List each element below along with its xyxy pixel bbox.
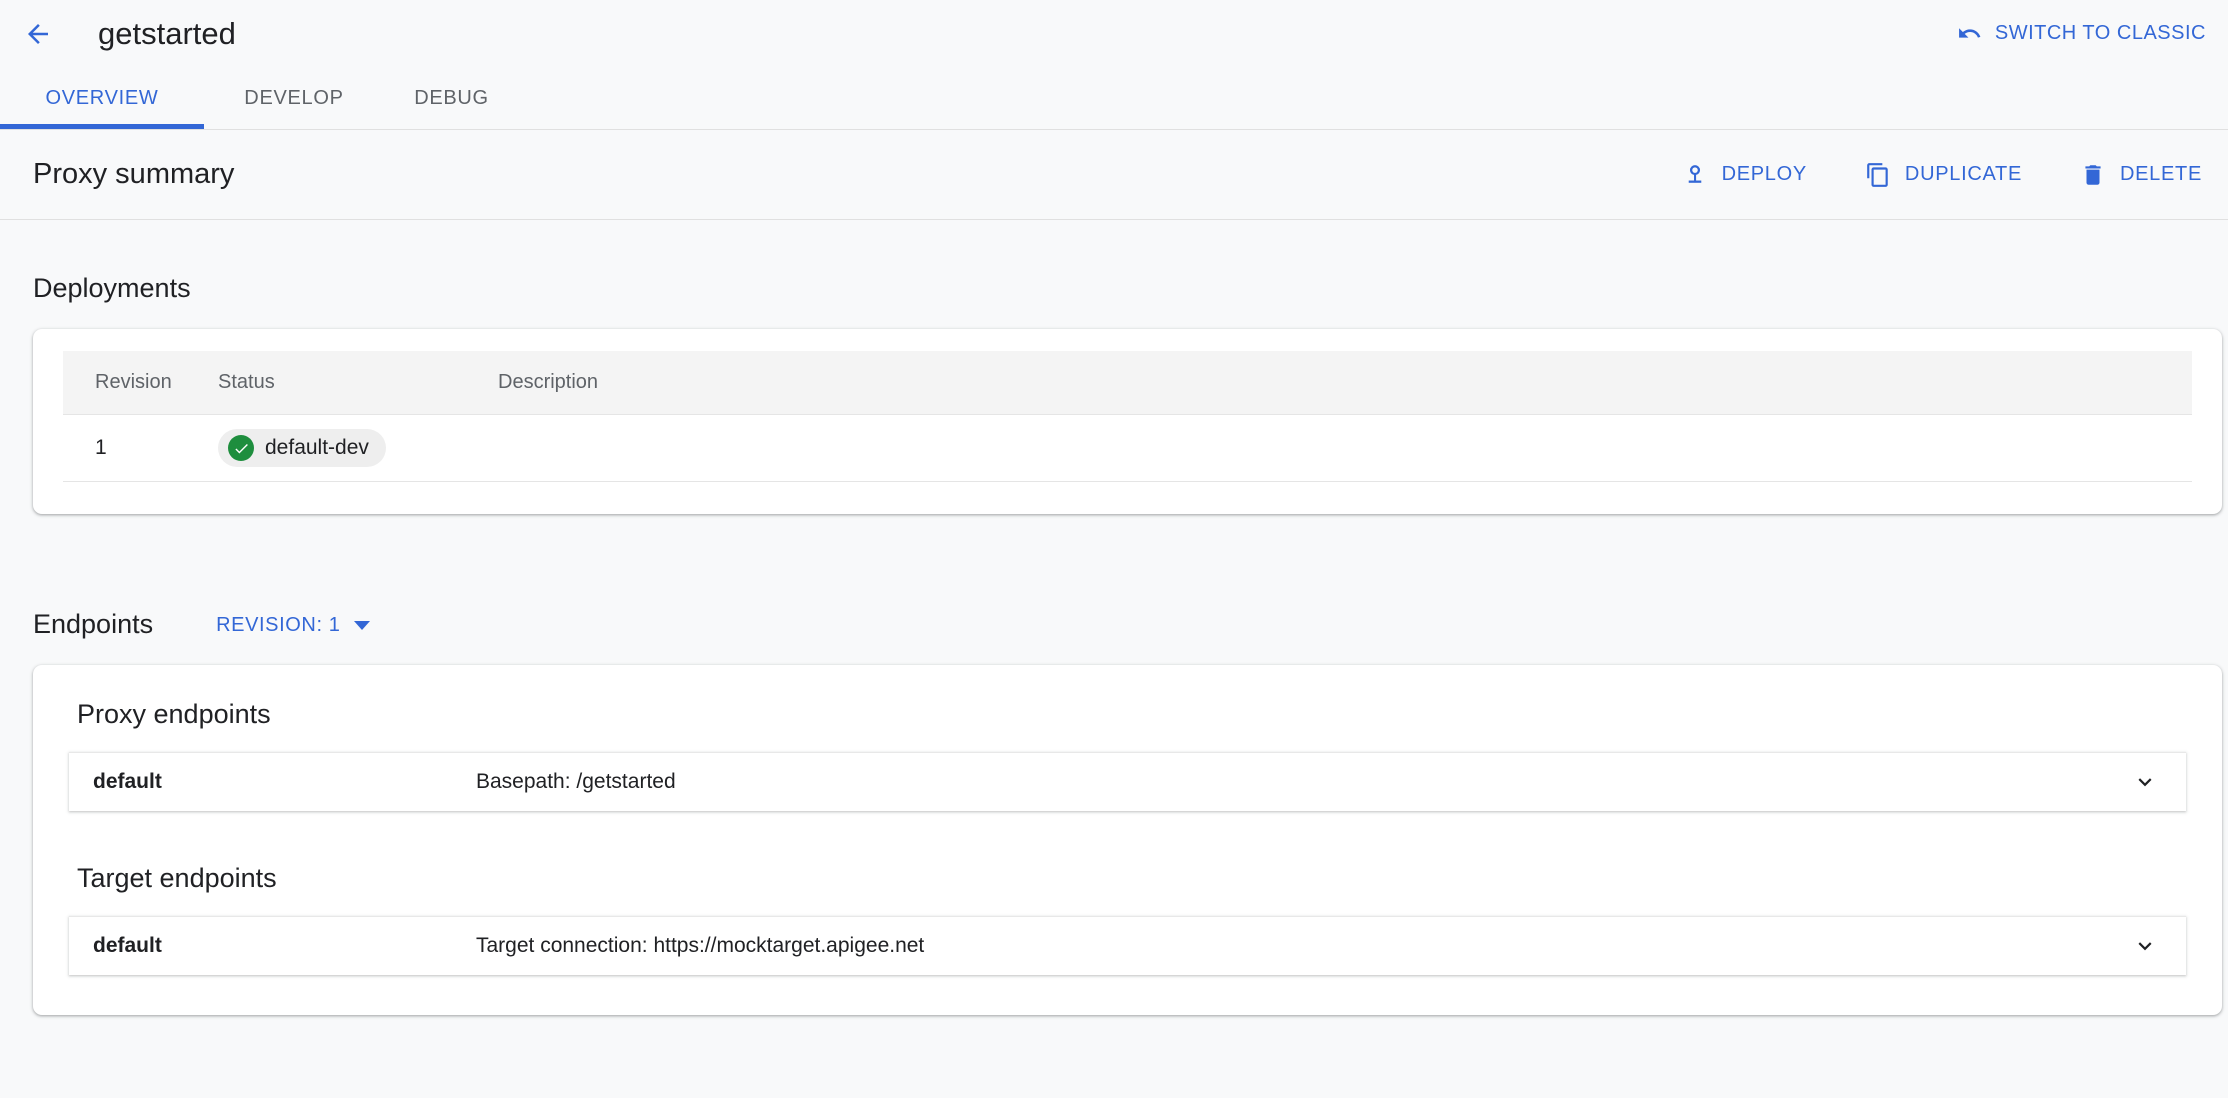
deployments-table-head: Revision Status Description xyxy=(63,351,2192,415)
endpoints-card: Proxy endpoints default Basepath: /getst… xyxy=(33,665,2222,1015)
switch-to-classic-button[interactable]: SWITCH TO CLASSIC xyxy=(1953,13,2210,54)
deploy-pin-icon xyxy=(1682,162,1708,188)
revision-selector[interactable]: REVISION: 1 xyxy=(216,614,370,637)
deploy-label: DEPLOY xyxy=(1721,163,1807,185)
status-badge-label: default-dev xyxy=(265,436,369,459)
cell-description xyxy=(498,414,2192,482)
delete-button[interactable]: DELETE xyxy=(2068,152,2214,198)
column-header-revision: Revision xyxy=(63,351,218,415)
target-endpoints-title: Target endpoints xyxy=(77,863,277,893)
top-app-bar: getstarted SWITCH TO CLASSIC xyxy=(0,0,2228,67)
proxy-endpoints-group: Proxy endpoints default Basepath: /getst… xyxy=(69,699,2186,811)
overview-content: Deployments Revision Status Description … xyxy=(0,220,2228,1097)
page-title: getstarted xyxy=(98,16,236,51)
endpoints-heading: Endpoints xyxy=(33,609,154,639)
tab-bar: OVERVIEW DEVELOP DEBUG xyxy=(0,67,2228,130)
deployments-heading: Deployments xyxy=(33,273,191,303)
table-header-row: Revision Status Description xyxy=(63,351,2192,415)
tab-overview-label: OVERVIEW xyxy=(45,86,159,109)
cell-revision: 1 xyxy=(63,414,218,482)
duplicate-label: DUPLICATE xyxy=(1904,163,2022,185)
tab-debug-label: DEBUG xyxy=(414,86,489,109)
chevron-down-icon[interactable] xyxy=(2128,769,2162,795)
check-circle-icon xyxy=(228,435,254,461)
back-button[interactable] xyxy=(14,10,62,58)
table-row[interactable]: 1 default-dev xyxy=(63,414,2192,482)
duplicate-button[interactable]: DUPLICATE xyxy=(1853,152,2034,198)
column-header-description: Description xyxy=(498,351,2192,415)
undo-icon xyxy=(1957,21,1982,46)
proxy-endpoint-row-default[interactable]: default Basepath: /getstarted xyxy=(69,752,2186,811)
proxy-endpoint-name: default xyxy=(93,770,162,793)
copy-icon xyxy=(1865,162,1891,188)
switch-to-classic-label: SWITCH TO CLASSIC xyxy=(1994,22,2206,44)
deployments-table: Revision Status Description 1 default-de… xyxy=(63,351,2192,482)
tab-develop-label: DEVELOP xyxy=(244,86,344,109)
target-endpoints-group: Target endpoints default Target connecti… xyxy=(69,863,2186,975)
deployments-table-wrapper: Revision Status Description 1 default-de… xyxy=(33,329,2222,514)
chevron-down-icon[interactable] xyxy=(2128,933,2162,959)
trash-icon xyxy=(2080,162,2106,188)
status-badge: default-dev xyxy=(218,429,386,467)
proxy-endpoint-detail: Basepath: /getstarted xyxy=(476,770,676,793)
delete-label: DELETE xyxy=(2119,163,2202,185)
column-header-status: Status xyxy=(218,351,498,415)
proxy-endpoints-title: Proxy endpoints xyxy=(77,699,271,729)
tab-debug[interactable]: DEBUG xyxy=(384,67,519,129)
proxy-summary-toolbar: Proxy summary DEPLOY DUPLICATE DELETE xyxy=(0,130,2228,220)
endpoints-header: Endpoints REVISION: 1 xyxy=(33,609,2228,640)
arrow-back-icon xyxy=(23,19,53,49)
deployments-table-body: 1 default-dev xyxy=(63,414,2192,482)
caret-down-icon xyxy=(353,621,370,630)
deployments-card: Revision Status Description 1 default-de… xyxy=(33,329,2222,514)
revision-selector-label: REVISION: 1 xyxy=(216,614,341,636)
target-endpoint-detail: Target connection: https://mocktarget.ap… xyxy=(476,934,925,957)
tab-develop[interactable]: DEVELOP xyxy=(204,67,384,129)
deploy-button[interactable]: DEPLOY xyxy=(1670,152,1819,198)
target-endpoint-name: default xyxy=(93,934,162,957)
proxy-summary-title: Proxy summary xyxy=(33,158,235,190)
target-endpoint-row-default[interactable]: default Target connection: https://mockt… xyxy=(69,916,2186,975)
tab-overview[interactable]: OVERVIEW xyxy=(0,67,204,129)
cell-status: default-dev xyxy=(218,414,498,482)
